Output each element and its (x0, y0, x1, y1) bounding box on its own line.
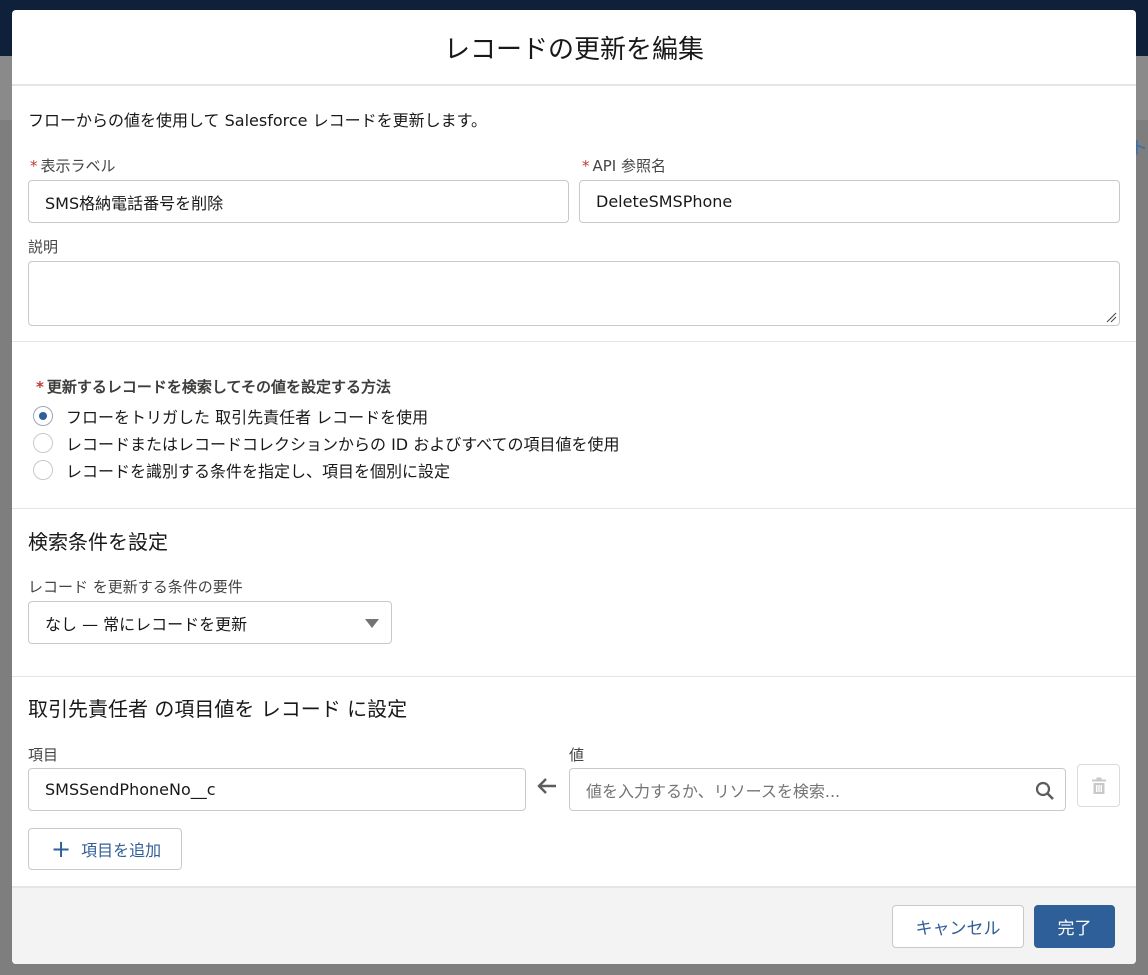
field-column-label: 項目 (28, 746, 59, 764)
api-name-field-label-text: API 参照名 (592, 157, 667, 175)
search-icon (1035, 781, 1054, 800)
value-column-label: 値 (569, 746, 585, 764)
api-name-field-label: * API 参照名 (582, 155, 666, 176)
condition-requirement-value: なし — 常にレコードを更新 (45, 614, 248, 634)
method-option-label: レコードを識別する条件を指定し、項目を個別に設定 (66, 462, 451, 481)
modal-header: レコードの更新を編集 (12, 10, 1136, 86)
plus-icon: + (51, 835, 72, 863)
resize-grip-icon[interactable] (1105, 311, 1117, 323)
method-group-label: * 更新するレコードを検索してその値を設定する方法 (36, 376, 391, 397)
field-input-value: SMSSendPhoneNo__c (45, 780, 216, 799)
done-button[interactable]: 完了 (1034, 905, 1115, 948)
method-group-label-text: 更新するレコードを検索してその値を設定する方法 (46, 378, 391, 396)
radio-button-checked[interactable] (33, 406, 53, 426)
method-option-label: フローをトリガした 取引先責任者 レコードを使用 (66, 408, 429, 427)
method-option-label: レコードまたはレコードコレクションからの ID およびすべての項目値を使用 (66, 435, 620, 454)
delete-icon (1091, 777, 1106, 794)
method-option-trigger-record[interactable]: フローをトリガした 取引先責任者 レコードを使用 (33, 404, 428, 428)
radio-button[interactable] (33, 460, 53, 480)
value-search-placeholder: 値を入力するか、リソースを検索... (586, 781, 841, 801)
arrow-left-icon (537, 778, 556, 794)
field-input[interactable]: SMSSendPhoneNo__c (28, 768, 526, 811)
condition-requirement-select[interactable]: なし — 常にレコードを更新 (28, 601, 392, 644)
modal-intro-text: フローからの値を使用して Salesforce レコードを更新します。 (28, 111, 487, 130)
delete-row-button[interactable] (1077, 764, 1120, 807)
section-divider (12, 676, 1136, 677)
required-marker: * (30, 157, 38, 175)
section-divider (12, 341, 1136, 342)
api-name-input-value: DeleteSMSPhone (596, 192, 733, 211)
required-marker: * (36, 378, 44, 396)
method-option-id-collection[interactable]: レコードまたはレコードコレクションからの ID およびすべての項目値を使用 (33, 431, 619, 455)
value-search-input[interactable]: 値を入力するか、リソースを検索... (569, 768, 1066, 811)
add-field-label: 項目を追加 (81, 841, 162, 860)
section-divider (12, 508, 1136, 509)
chevron-down-icon (365, 619, 379, 628)
label-input-value: SMS格納電話番号を削除 (45, 193, 224, 213)
label-field-label-text: 表示ラベル (40, 157, 116, 175)
cancel-button[interactable]: キャンセル (892, 905, 1024, 948)
field-values-section-title: 取引先責任者 の項目値を レコード に設定 (28, 697, 408, 721)
description-textarea[interactable] (28, 261, 1120, 326)
label-input[interactable]: SMS格納電話番号を削除 (28, 180, 569, 223)
label-field-label: * 表示ラベル (30, 155, 116, 176)
edit-record-update-modal: レコードの更新を編集 フローからの値を使用して Salesforce レコードを… (12, 10, 1136, 964)
conditions-section-title: 検索条件を設定 (28, 530, 168, 554)
api-name-input[interactable]: DeleteSMSPhone (579, 180, 1120, 223)
method-option-conditions[interactable]: レコードを識別する条件を指定し、項目を個別に設定 (33, 458, 450, 482)
modal-title: レコードの更新を編集 (443, 34, 704, 65)
add-field-button[interactable]: + 項目を追加 (28, 828, 183, 870)
description-field-label: 説明 (28, 238, 59, 256)
radio-button[interactable] (33, 433, 53, 453)
required-marker: * (582, 157, 590, 175)
modal-footer: キャンセル 完了 (12, 886, 1136, 964)
condition-requirement-label: レコード を更新する条件の要件 (28, 578, 243, 596)
